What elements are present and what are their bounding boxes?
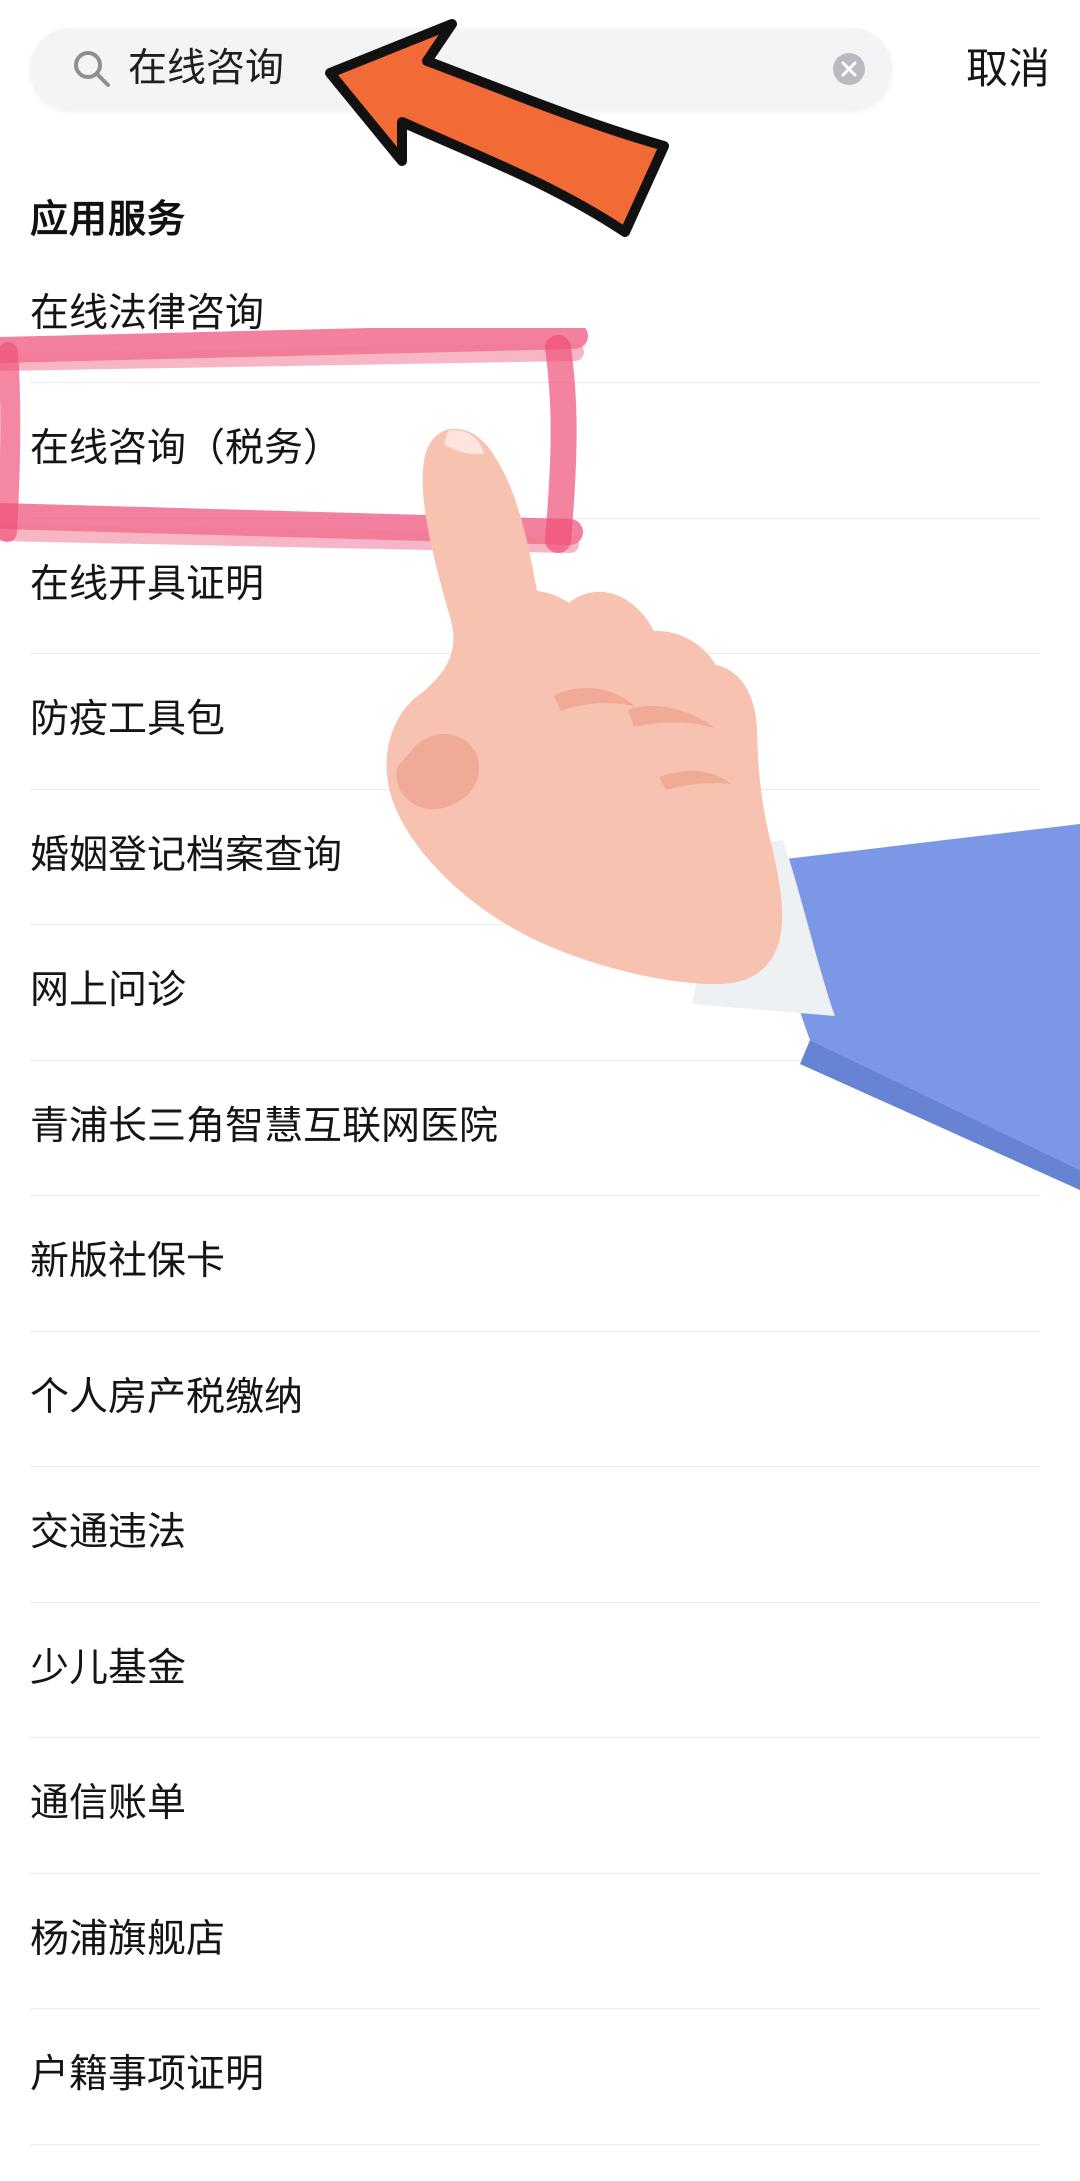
search-results-screen: 取消 应用服务 在线法律咨询 在线咨询（税务） 在线开具证明 防疫工具包 婚姻登… xyxy=(0,0,1080,2181)
result-item[interactable]: 少儿基金 xyxy=(30,1603,1040,1738)
result-item[interactable]: 通信账单 xyxy=(30,1738,1040,1874)
result-item[interactable]: 海港城 · 华东中心 xyxy=(30,2145,1040,2181)
result-item[interactable]: 网上问诊 xyxy=(30,925,1040,1061)
result-item[interactable]: 杨浦旗舰店 xyxy=(30,1874,1040,2009)
clear-icon[interactable] xyxy=(832,52,866,86)
result-item[interactable]: 个人房产税缴纳 xyxy=(30,1332,1040,1467)
cancel-button[interactable]: 取消 xyxy=(966,38,1062,100)
results-list: 在线法律咨询 在线咨询（税务） 在线开具证明 防疫工具包 婚姻登记档案查询 网上… xyxy=(30,248,1040,2181)
result-item[interactable]: 婚姻登记档案查询 xyxy=(30,790,1040,925)
section-title: 应用服务 xyxy=(30,197,187,241)
result-item[interactable]: 在线咨询（税务） xyxy=(30,383,1040,519)
result-item[interactable]: 户籍事项证明 xyxy=(30,2009,1040,2145)
result-item[interactable]: 在线开具证明 xyxy=(30,519,1040,654)
result-item[interactable]: 在线法律咨询 xyxy=(30,248,1040,383)
result-item[interactable]: 防疫工具包 xyxy=(30,654,1040,790)
result-item[interactable]: 新版社保卡 xyxy=(30,1196,1040,1332)
search-input[interactable] xyxy=(128,28,818,110)
search-icon xyxy=(74,51,110,87)
result-item[interactable]: 交通违法 xyxy=(30,1467,1040,1603)
result-item[interactable]: 青浦长三角智慧互联网医院 xyxy=(30,1061,1040,1196)
search-bar[interactable] xyxy=(30,28,892,110)
